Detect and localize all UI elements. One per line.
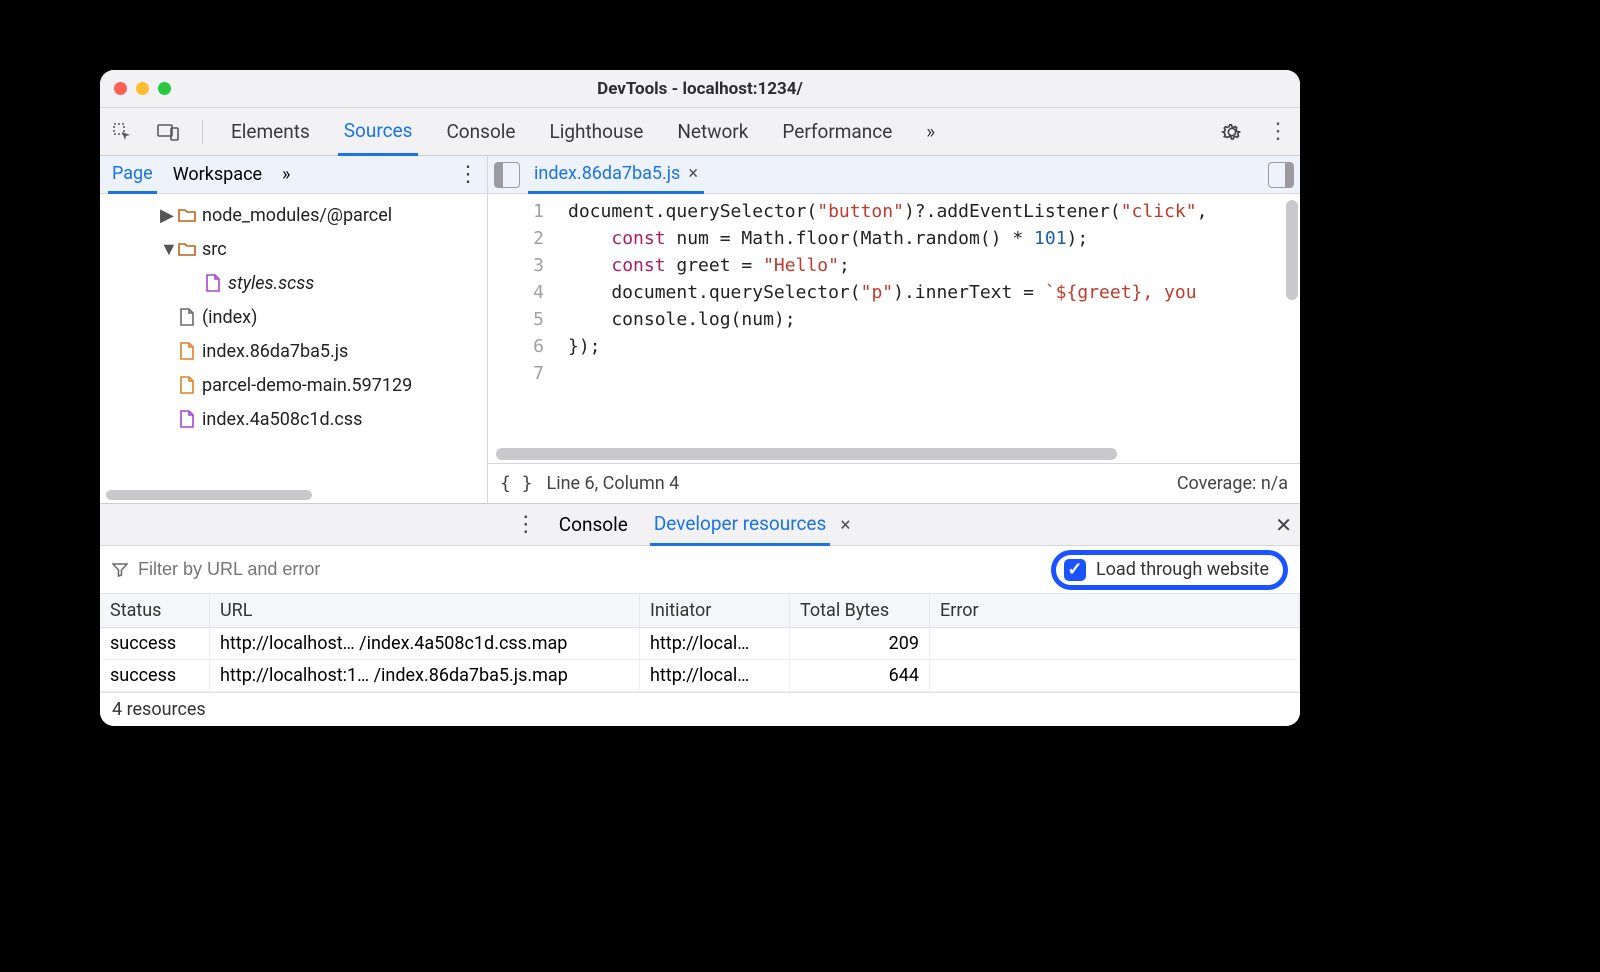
drawer-kebab-icon[interactable]: ⋮ (515, 512, 537, 537)
tab-sources[interactable]: Sources (338, 109, 419, 156)
line-gutter: 1234567 (488, 194, 558, 445)
tree-label: index.86da7ba5.js (202, 341, 348, 362)
tree-folder[interactable]: ▶ node_modules/@parcel (100, 198, 487, 232)
tree-label: src (202, 239, 227, 260)
tree-file[interactable]: (index) (100, 300, 487, 334)
tree-label: styles.scss (228, 273, 314, 294)
column-header[interactable]: Status (100, 594, 210, 628)
show-navigator-icon[interactable] (494, 162, 520, 188)
cell-status[interactable]: success (100, 628, 210, 660)
load-through-website-toggle[interactable]: ✓ Load through website (1051, 550, 1288, 590)
kebab-menu-icon[interactable]: ⋮ (1266, 120, 1290, 144)
tree-label: node_modules/@parcel (202, 205, 392, 226)
resources-table[interactable]: StatusURLInitiatorTotal BytesError succes… (100, 594, 1300, 692)
editor-hscrollbar[interactable] (488, 445, 1300, 463)
cell-bytes[interactable]: 644 (790, 660, 930, 692)
pretty-print-icon[interactable]: { } (500, 473, 533, 494)
tree-label: parcel-demo-main.597129 (202, 375, 412, 396)
tab-network[interactable]: Network (671, 108, 754, 155)
editor-panel: index.86da7ba5.js × 1234567 document.que… (488, 156, 1300, 503)
editor-statusbar: { } Line 6, Column 4 Coverage: n/a (488, 463, 1300, 503)
tree-file[interactable]: index.86da7ba5.js (100, 334, 487, 368)
code-text[interactable]: document.querySelector("button")?.addEve… (558, 194, 1300, 445)
navigator-panel: Page Workspace » ⋮ ▶ node_modules/@parcel ▼… (100, 156, 488, 503)
tab-elements[interactable]: Elements (225, 108, 316, 155)
cell-initiator[interactable]: http://local… (640, 628, 790, 660)
workspace: Page Workspace » ⋮ ▶ node_modules/@parcel ▼… (100, 156, 1300, 503)
device-toggle-icon[interactable] (156, 120, 180, 144)
window-title: DevTools - localhost:1234/ (100, 79, 1300, 99)
tabs-overflow[interactable]: » (920, 108, 941, 155)
tab-performance[interactable]: Performance (776, 108, 898, 155)
tab-lighthouse[interactable]: Lighthouse (543, 108, 649, 155)
checkbox-checked-icon[interactable]: ✓ (1064, 559, 1086, 581)
filter-row: ✓ Load through website (100, 546, 1300, 594)
load-through-label: Load through website (1096, 559, 1269, 580)
editor-tab-label: index.86da7ba5.js (534, 163, 680, 184)
coverage-status: Coverage: n/a (1177, 473, 1288, 494)
cell-error[interactable] (930, 628, 1300, 660)
cell-error[interactable] (930, 660, 1300, 692)
navigator-hscrollbar[interactable] (100, 487, 487, 503)
filter-icon[interactable] (112, 562, 128, 578)
column-header[interactable]: URL (210, 594, 640, 628)
drawer-status: 4 resources (100, 692, 1300, 726)
tree-file[interactable]: styles.scss (100, 266, 487, 300)
drawer-panel: ⋮ Console Developer resources × ✕ ✓ Load … (100, 503, 1300, 726)
cell-status[interactable]: success (100, 660, 210, 692)
tree-file[interactable]: index.4a508c1d.css (100, 402, 487, 436)
tree-file[interactable]: parcel-demo-main.597129 (100, 368, 487, 402)
column-header[interactable]: Total Bytes (790, 594, 930, 628)
editor-tab[interactable]: index.86da7ba5.js × (528, 157, 704, 194)
navigator-tab-page[interactable]: Page (108, 157, 157, 194)
cursor-position: Line 6, Column 4 (547, 473, 680, 494)
cell-bytes[interactable]: 209 (790, 628, 930, 660)
column-header[interactable]: Error (930, 594, 1300, 628)
main-tabs: Elements Sources Console Lighthouse Network P… (100, 108, 1300, 156)
tree-folder[interactable]: ▼ src (100, 232, 487, 266)
inspect-icon[interactable] (110, 120, 134, 144)
close-tab-icon[interactable]: × (688, 163, 698, 184)
editor-vscrollbar[interactable] (1286, 200, 1298, 300)
cell-url[interactable]: http://localhost:1… /index.86da7ba5.js.m… (210, 660, 640, 692)
show-sidebar-icon[interactable] (1268, 162, 1294, 188)
cell-url[interactable]: http://localhost… /index.4a508c1d.css.ma… (210, 628, 640, 660)
close-drawer-icon[interactable]: ✕ (1275, 513, 1292, 537)
filter-input[interactable] (138, 559, 1041, 580)
editor-tabs: index.86da7ba5.js × (488, 156, 1300, 194)
navigator-overflow[interactable]: » (278, 156, 294, 193)
drawer-tabs: ⋮ Console Developer resources × ✕ (100, 504, 1300, 546)
titlebar: DevTools - localhost:1234/ (100, 70, 1300, 108)
column-header[interactable]: Initiator (640, 594, 790, 628)
navigator-tab-workspace[interactable]: Workspace (169, 156, 266, 193)
settings-gear-icon[interactable] (1220, 120, 1244, 144)
drawer-tab-console[interactable]: Console (555, 504, 632, 545)
twisty-icon[interactable]: ▼ (160, 239, 172, 260)
drawer-tab-developer-resources[interactable]: Developer resources (650, 505, 830, 546)
divider (202, 120, 203, 144)
cell-initiator[interactable]: http://local… (640, 660, 790, 692)
file-tree[interactable]: ▶ node_modules/@parcel ▼ srcstyles.scss (ind… (100, 194, 487, 487)
drawer-tab-close-icon[interactable]: × (840, 513, 850, 536)
twisty-icon[interactable]: ▶ (160, 205, 172, 226)
devtools-window: DevTools - localhost:1234/ Elements Sourc… (100, 70, 1300, 726)
code-area[interactable]: 1234567 document.querySelector("button")… (488, 194, 1300, 445)
navigator-kebab-icon[interactable]: ⋮ (457, 162, 479, 187)
tree-label: (index) (202, 307, 257, 328)
tree-label: index.4a508c1d.css (202, 409, 362, 430)
tab-console[interactable]: Console (440, 108, 521, 155)
navigator-tabs: Page Workspace » ⋮ (100, 156, 487, 194)
